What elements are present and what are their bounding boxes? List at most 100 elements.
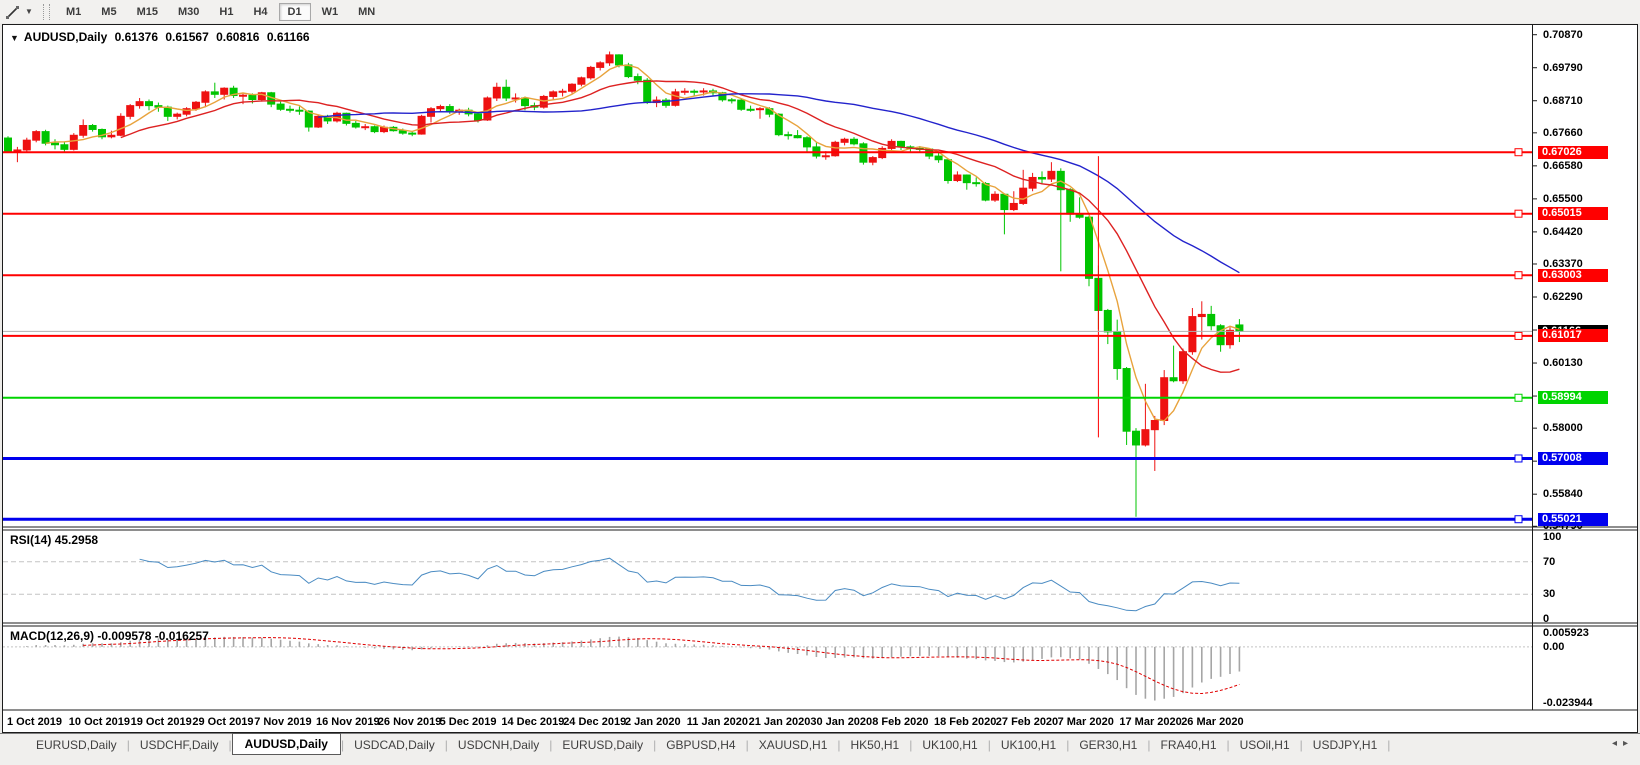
candle — [840, 137, 849, 146]
chart-window: ▼ AUDUSD,Daily 0.61376 0.61567 0.60816 0.… — [2, 24, 1638, 733]
rsi-tick-label: 30 — [1543, 588, 1556, 601]
candle — [586, 65, 595, 80]
timeframe-buttons: M1 M5 M15 M30 H1 H4 D1 W1 MN — [56, 2, 385, 21]
chart-tab-eurusd-daily[interactable]: EURUSD,Daily — [552, 736, 653, 754]
level-line-handle[interactable] — [1514, 331, 1523, 340]
dropdown-caret-icon[interactable]: ▼ — [23, 7, 35, 16]
level-line-handle[interactable] — [1514, 515, 1523, 524]
candle — [962, 174, 971, 190]
chart-tab-uk100-h1[interactable]: UK100,H1 — [912, 736, 987, 754]
candle — [812, 142, 821, 159]
collapse-triangle-icon[interactable]: ▼ — [10, 33, 19, 43]
chart-tab-usoil-h1[interactable]: USOil,H1 — [1230, 736, 1300, 754]
candle — [1197, 301, 1206, 340]
timeframe-toolbar: ▼ M1 M5 M15 M30 H1 H4 D1 W1 MN — [0, 0, 1640, 23]
timeframe-button-h4[interactable]: H4 — [244, 3, 276, 21]
candle — [13, 146, 22, 163]
chart-tab-fra40-h1[interactable]: FRA40,H1 — [1150, 736, 1226, 754]
level-line-handle[interactable] — [1514, 454, 1523, 463]
price-tick-label: 0.70870 — [1543, 28, 1583, 41]
candle — [69, 133, 78, 151]
chart-tab-hk50-h1[interactable]: HK50,H1 — [841, 736, 910, 754]
candle — [492, 82, 501, 102]
trading-platform-window: ▼ M1 M5 M15 M30 H1 H4 D1 W1 MN ▼ AUDUSD,Daily 0.6… — [0, 0, 1640, 765]
candle — [1132, 428, 1140, 517]
macd-tick-label: -0.023944 — [1543, 696, 1593, 709]
timeframe-button-m1[interactable]: M1 — [57, 3, 90, 21]
candle — [558, 88, 567, 97]
rsi-tick-label: 70 — [1543, 555, 1556, 568]
candle — [229, 85, 238, 98]
macd-main-value: -0.009578 — [97, 629, 152, 643]
candle — [4, 136, 12, 154]
chart-tab-xauusd-h1[interactable]: XAUUSD,H1 — [749, 736, 838, 754]
chart-tab-usdcad-daily[interactable]: USDCAD,Daily — [344, 736, 445, 754]
level-line-handle[interactable] — [1514, 209, 1523, 218]
drawing-tool-icon[interactable] — [3, 3, 23, 21]
timeframe-button-d1[interactable]: D1 — [278, 3, 311, 21]
candle — [135, 97, 144, 109]
candle — [145, 99, 153, 111]
candle — [286, 105, 294, 113]
timeframe-button-m30[interactable]: M30 — [169, 3, 208, 21]
ohlc-high: 0.61567 — [165, 30, 209, 44]
ma-line-ma-mid — [120, 80, 1240, 373]
candle — [116, 113, 125, 137]
price-tick-label: 0.64420 — [1543, 225, 1583, 238]
candle — [727, 97, 736, 104]
chart-tab-usdchf-daily[interactable]: USDCHF,Daily — [130, 736, 229, 754]
candle — [850, 137, 858, 146]
candle — [1038, 171, 1046, 184]
level-price-label: 0.58994 — [1538, 391, 1608, 405]
candle — [991, 191, 999, 202]
level-line-handle[interactable] — [1514, 393, 1523, 402]
candle — [577, 76, 586, 87]
candle — [201, 90, 210, 108]
timeframe-button-m5[interactable]: M5 — [92, 3, 125, 21]
candle — [370, 125, 379, 134]
candle — [1103, 308, 1112, 345]
chart-tab-usdjpy-h1[interactable]: USDJPY,H1 — [1303, 736, 1387, 754]
candle — [539, 94, 548, 109]
chart-tab-usdcnh-daily[interactable]: USDCNH,Daily — [448, 736, 549, 754]
rsi-line — [139, 557, 1240, 612]
price-tick-label: 0.60130 — [1543, 357, 1583, 370]
level-line-handle[interactable] — [1514, 271, 1523, 280]
price-tick-label: 0.66580 — [1543, 159, 1583, 172]
candle — [51, 139, 59, 150]
macd-indicator-label: MACD(12,26,9) -0.009578 -0.016257 — [10, 629, 209, 643]
chart-tab-gbpusd-h4[interactable]: GBPUSD,H4 — [656, 736, 745, 754]
price-tick-label: 0.58000 — [1543, 422, 1583, 435]
candle — [1047, 162, 1056, 183]
candle — [859, 142, 868, 165]
price-tick-label: 0.68710 — [1543, 94, 1583, 107]
macd-tick-label: 0.00 — [1543, 640, 1565, 653]
level-price-label: 0.63003 — [1538, 268, 1608, 282]
price-tick-label: 0.55840 — [1543, 488, 1583, 501]
candle — [1235, 319, 1244, 343]
rsi-indicator-label: RSI(14) 45.2958 — [10, 533, 98, 547]
timeframe-button-mn[interactable]: MN — [349, 3, 384, 21]
tab-separator: | — [1387, 738, 1391, 752]
candle — [549, 90, 558, 100]
chart-tab-ger30-h1[interactable]: GER30,H1 — [1069, 736, 1147, 754]
candle — [1179, 348, 1187, 384]
timeframe-button-m15[interactable]: M15 — [128, 3, 167, 21]
timeframe-button-h1[interactable]: H1 — [210, 3, 242, 21]
ohlc-open: 0.61376 — [114, 30, 159, 44]
chart-tab-audusd-daily[interactable]: AUDUSD,Daily — [231, 733, 341, 755]
tabs-scroll-left-arrow[interactable]: ◂ — [1612, 738, 1623, 749]
chart-tab-eurusd-daily[interactable]: EURUSD,Daily — [26, 736, 127, 754]
price-tick-label: 0.69790 — [1543, 61, 1583, 74]
candle — [897, 140, 905, 150]
toolbar-drag-handle[interactable] — [43, 3, 50, 20]
timeframe-button-w1[interactable]: W1 — [313, 3, 348, 21]
chart-title: ▼ AUDUSD,Daily 0.61376 0.61567 0.60816 0.… — [10, 30, 314, 44]
level-line-handle[interactable] — [1514, 148, 1523, 157]
candle — [1169, 345, 1178, 383]
candle — [22, 137, 31, 154]
candle — [88, 123, 97, 132]
chart-tab-uk100-h1[interactable]: UK100,H1 — [991, 736, 1066, 754]
chart-canvas[interactable] — [3, 25, 1637, 732]
tabs-scroll-right-arrow[interactable]: ▸ — [1623, 738, 1634, 749]
